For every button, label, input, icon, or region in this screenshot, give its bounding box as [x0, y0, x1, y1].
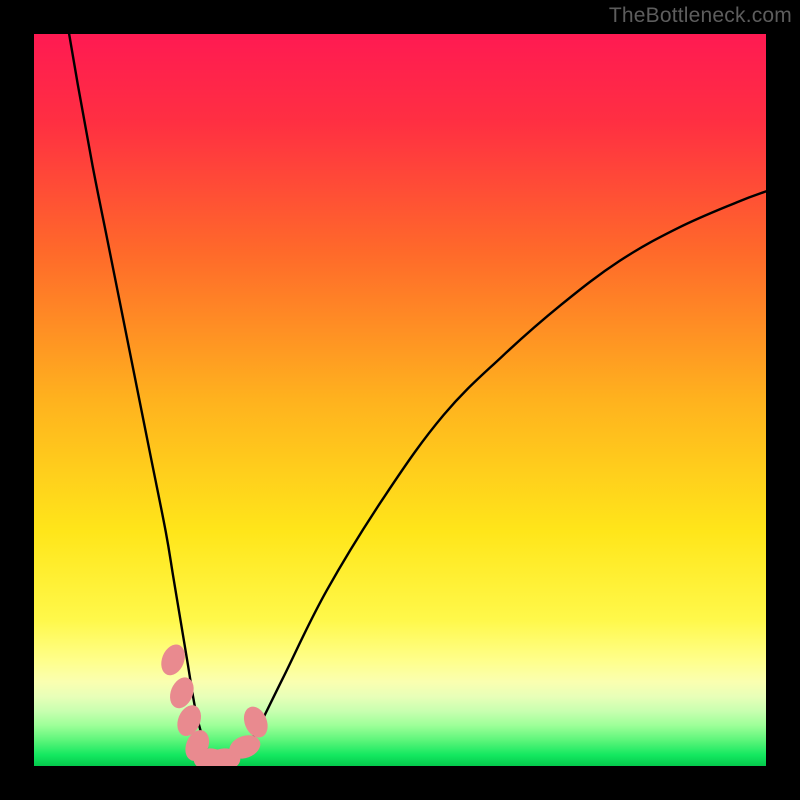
- plot-area: [34, 34, 766, 766]
- gradient-background: [34, 34, 766, 766]
- bottleneck-chart: [34, 34, 766, 766]
- chart-frame: TheBottleneck.com: [0, 0, 800, 800]
- watermark-text: TheBottleneck.com: [609, 4, 792, 28]
